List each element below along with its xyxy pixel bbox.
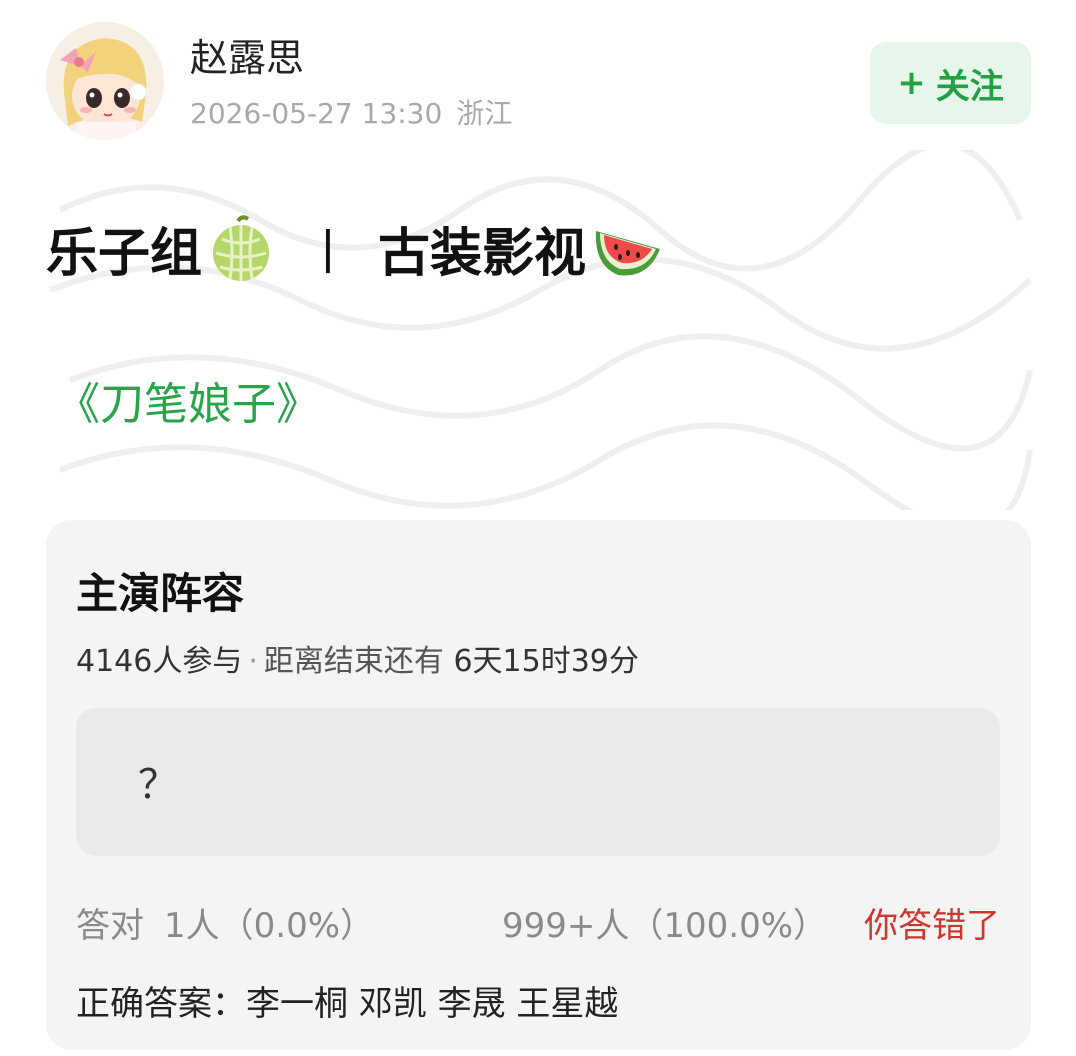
drama-hashtag-link[interactable]: 《刀笔娘子》 [56, 368, 320, 432]
poll-card: 主演阵容 4146人参与 · 距离结束还有 6天15时39分 ？ 答对 1人（0.0%… [46, 520, 1031, 1050]
poll-stats: 4146人参与 · 距离结束还有 6天15时39分 [76, 636, 639, 680]
correct-answer: 正确答案：李一桐 邓凯 李晟 王星越 [76, 976, 618, 1025]
remaining-time: 距离结束还有 6天15时39分 [264, 644, 639, 679]
watermelon-icon [592, 213, 661, 283]
poll-option-text: ？ [138, 762, 178, 808]
follow-label: 关注 [935, 66, 1004, 107]
melon-icon [208, 213, 274, 283]
poll-title: 主演阵容 [76, 569, 245, 618]
background-watermark [48, 150, 1033, 510]
title-right: 古装影视 [378, 223, 587, 284]
post-meta: 2026-05-27 13:30 浙江 [190, 94, 512, 134]
post-location: 浙江 [456, 97, 513, 130]
correct-result: 答对 1人（0.0%） [76, 898, 374, 947]
post-title: 乐子组 丨 古装影视 [46, 208, 661, 288]
stats-separator: · [248, 644, 258, 679]
wrong-count: 999+人（100.0%） [502, 906, 828, 946]
cartoon-girl-avatar-icon [46, 22, 164, 140]
correct-count: 1人（0.0%） [164, 906, 375, 946]
username[interactable]: 赵露思 [190, 34, 304, 82]
post-timestamp: 2026-05-27 13:30 [190, 97, 443, 130]
title-separator: 丨 [304, 225, 353, 281]
correct-label: 答对 [76, 906, 144, 946]
plus-icon: + [897, 63, 926, 103]
participant-count: 4146人参与 [76, 644, 243, 679]
remaining-label: 距离结束还有 [263, 644, 444, 679]
post-header: 赵露思 2026-05-27 13:30 浙江 + 关注 [0, 0, 1076, 160]
follow-button[interactable]: + 关注 [870, 42, 1031, 124]
avatar[interactable] [46, 22, 164, 140]
answer-value: 李一桐 邓凯 李晟 王星越 [246, 984, 619, 1024]
poll-option[interactable]: ？ [76, 708, 1000, 856]
user-answer-status: 你答错了 [864, 906, 1000, 946]
remaining-value: 6天15时39分 [453, 644, 639, 679]
poll-results: 答对 1人（0.0%） 999+人（100.0%） 你答错了 [76, 898, 1000, 948]
title-left: 乐子组 [46, 223, 203, 284]
answer-label: 正确答案： [76, 984, 246, 1024]
